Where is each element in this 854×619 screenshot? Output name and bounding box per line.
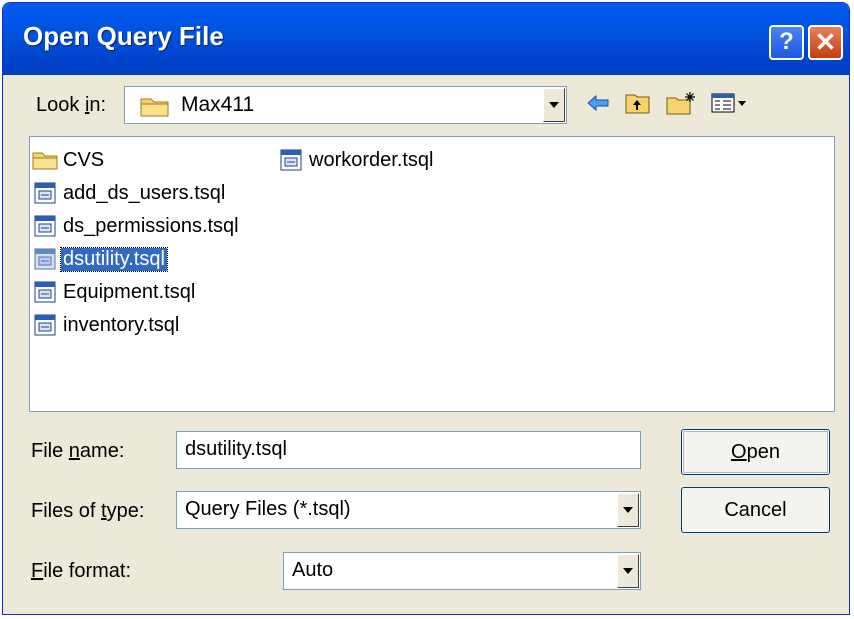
dialog-title: Open Query File [23, 21, 224, 51]
file-name-label: File name: [31, 440, 125, 462]
file-format-label: File format: [31, 560, 132, 582]
list-item-file-selected[interactable]: dsutility.tsql [32, 244, 168, 274]
query-file-icon [32, 180, 58, 206]
title-bar[interactable]: Open Query File ? ✕ [3, 3, 849, 75]
files-of-type-dropdown-button[interactable] [617, 493, 639, 527]
file-name: Equipment.tsql [63, 280, 196, 303]
look-in-label: Look in: [36, 94, 107, 116]
back-arrow-icon[interactable] [583, 89, 613, 117]
file-format-dropdown[interactable]: Auto [283, 552, 641, 590]
list-item-file[interactable]: inventory.tsql [32, 310, 181, 340]
folder-icon [140, 95, 170, 122]
list-item-folder-cvs[interactable]: CVS [32, 145, 106, 175]
query-file-icon [32, 279, 58, 305]
file-name: ds_permissions.tsql [63, 214, 239, 237]
file-name: inventory.tsql [63, 313, 180, 336]
query-file-icon [32, 213, 58, 239]
look-in-dropdown-button[interactable] [543, 88, 565, 122]
list-item-file[interactable]: workorder.tsql [278, 145, 436, 175]
look-in-value: Max411 [181, 93, 255, 116]
file-name-input[interactable]: dsutility.tsql [176, 431, 641, 469]
look-in-dropdown[interactable]: Max411 [124, 86, 567, 124]
up-folder-icon[interactable] [623, 89, 653, 117]
file-format-value: Auto [292, 559, 334, 581]
folder-icon [32, 147, 58, 173]
file-name: dsutility.tsql [60, 246, 168, 272]
close-button[interactable]: ✕ [808, 25, 843, 60]
files-of-type-label: Files of type: [31, 500, 145, 522]
files-of-type-dropdown[interactable]: Query Files (*.tsql) [176, 491, 641, 529]
new-folder-icon[interactable] [665, 89, 697, 117]
open-query-file-dialog: Open Query File ? ✕ Look in: Max411 CVS … [2, 2, 850, 615]
query-file-icon [32, 312, 58, 338]
list-item-file[interactable]: ds_permissions.tsql [32, 211, 241, 241]
query-file-icon [278, 147, 304, 173]
view-menu-icon[interactable] [710, 89, 748, 117]
file-name: add_ds_users.tsql [63, 181, 226, 204]
file-name: CVS [63, 148, 105, 171]
query-file-icon [32, 246, 58, 272]
cancel-button[interactable]: Cancel [681, 487, 830, 533]
open-button[interactable]: Open [681, 429, 830, 475]
file-name: workorder.tsql [309, 148, 434, 171]
list-item-file[interactable]: Equipment.tsql [32, 277, 197, 307]
list-item-file[interactable]: add_ds_users.tsql [32, 178, 227, 208]
help-button[interactable]: ? [769, 25, 804, 60]
file-list[interactable]: CVS add_ds_users.tsql ds_permissions.tsq… [29, 136, 835, 412]
file-format-dropdown-button[interactable] [617, 554, 639, 588]
files-of-type-value: Query Files (*.tsql) [185, 498, 351, 520]
